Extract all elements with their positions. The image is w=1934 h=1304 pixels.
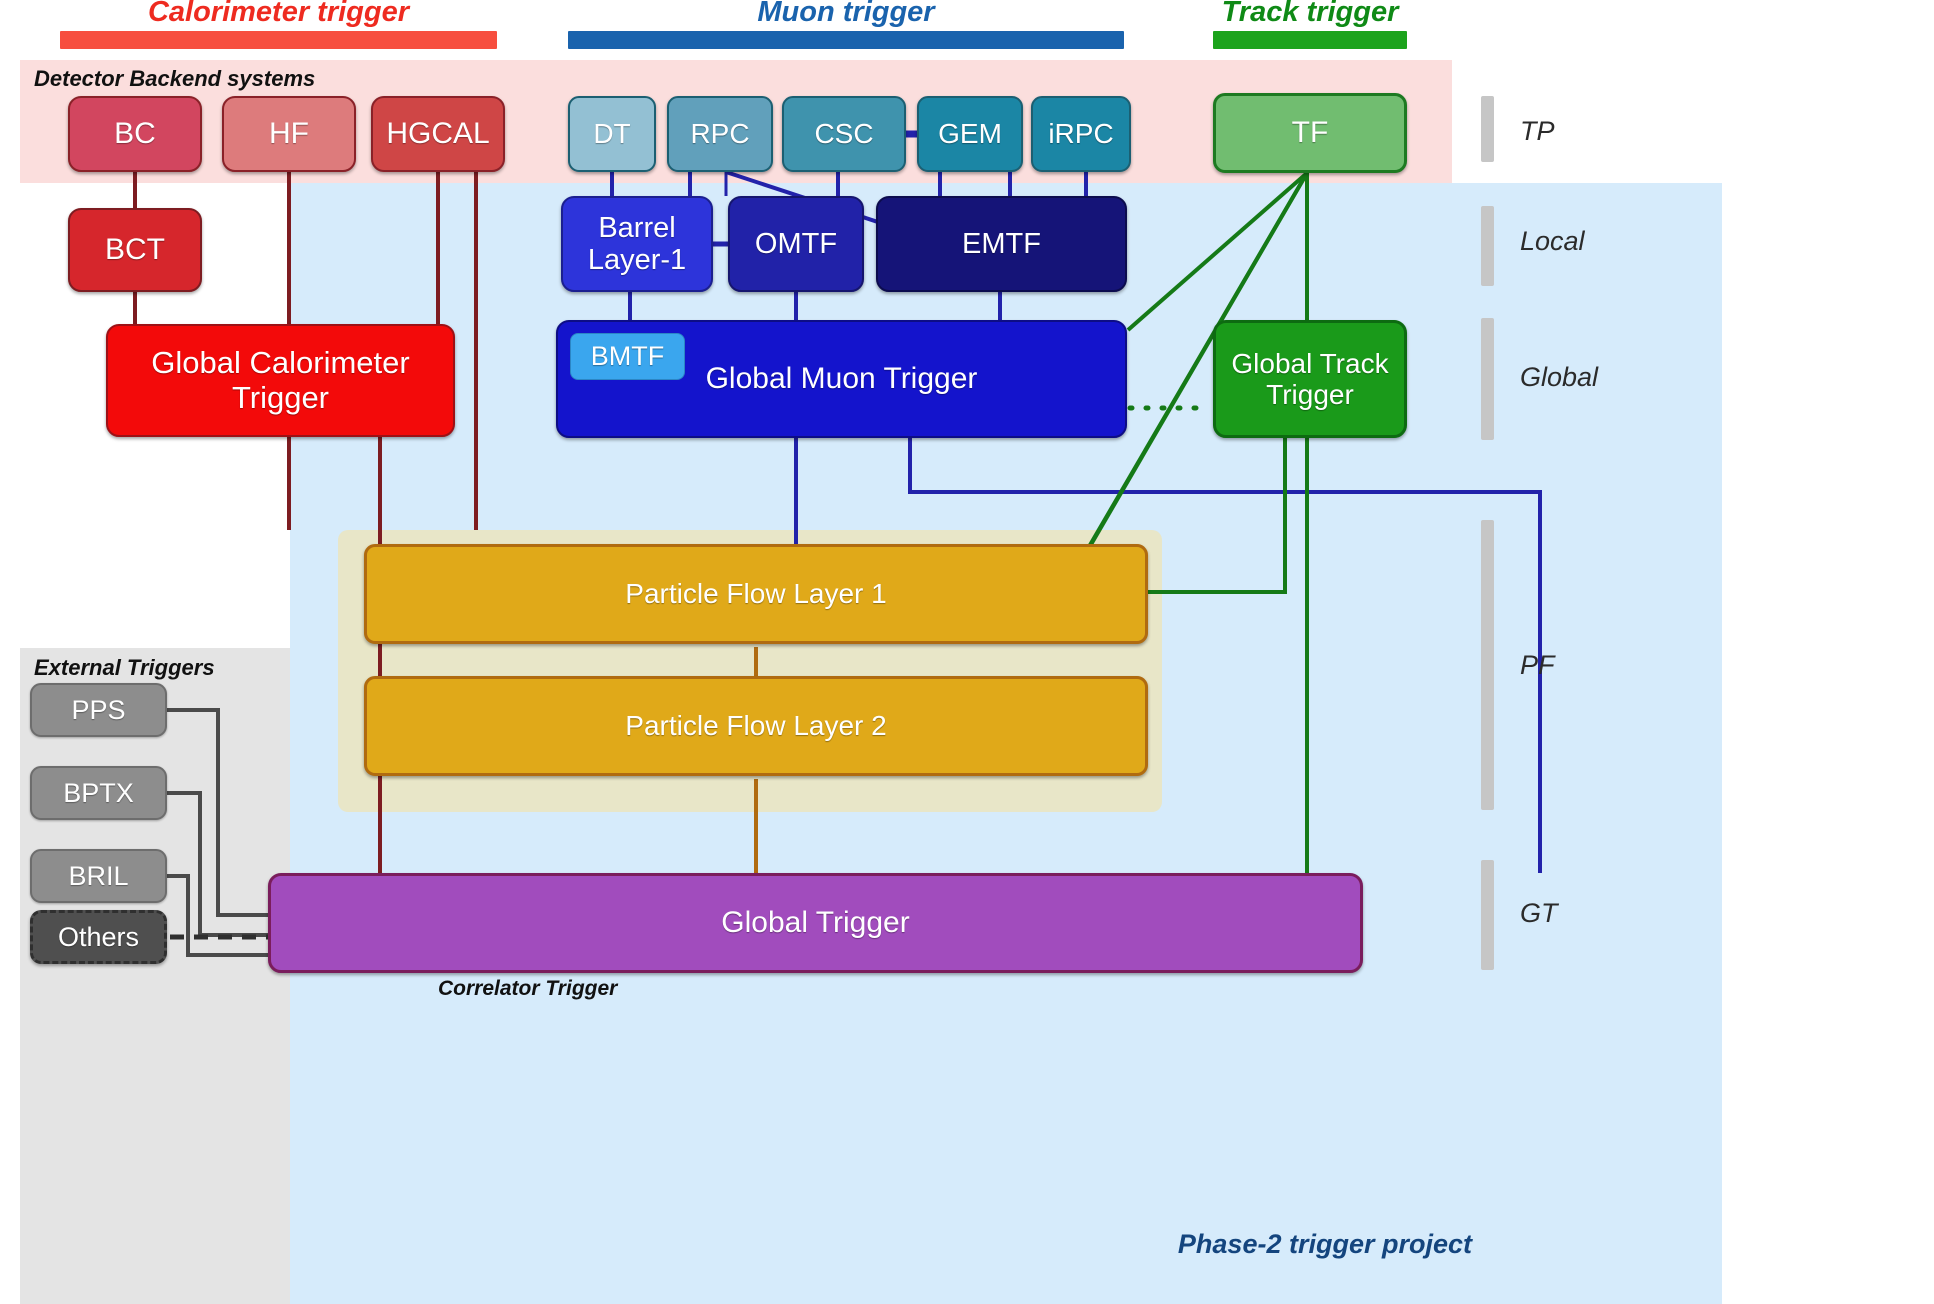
node-particle-flow-layer-2[interactable]: Particle Flow Layer 2	[364, 676, 1148, 776]
node-emtf-label: EMTF	[962, 227, 1041, 260]
node-omtf-label: OMTF	[754, 227, 838, 260]
stage-label-gt: GT	[1520, 898, 1558, 928]
stage-label-local: Local	[1520, 226, 1585, 256]
node-barrel-layer-1[interactable]: Barrel Layer-1	[561, 196, 713, 292]
node-rpc[interactable]: RPC	[667, 96, 773, 172]
node-global-calorimeter-trigger-label: Global Calorimeter Trigger	[151, 344, 410, 415]
node-bct[interactable]: BCT	[68, 208, 202, 292]
node-rpc-label: RPC	[690, 118, 750, 150]
node-particle-flow-layer-1-label: Particle Flow Layer 1	[625, 578, 887, 610]
node-bmtf[interactable]: BMTF	[570, 333, 685, 380]
stage-label-pf: PF	[1520, 650, 1555, 680]
node-particle-flow-layer-2-label: Particle Flow Layer 2	[625, 710, 887, 742]
node-gem[interactable]: GEM	[917, 96, 1023, 172]
node-tf[interactable]: TF	[1213, 93, 1407, 173]
external-triggers-caption: External Triggers	[34, 655, 215, 680]
stage-marker-local	[1481, 206, 1494, 286]
category-title-calorimeter: Calorimeter trigger	[147, 0, 410, 28]
node-others-label: Others	[57, 921, 140, 952]
diagram-canvas: Calorimeter trigger Muon trigger Track t…	[0, 0, 1934, 1304]
node-dt-label: DT	[593, 118, 631, 150]
stage-marker-pf	[1481, 520, 1494, 810]
node-barrel-layer-1-label: Barrel Layer-1	[587, 211, 687, 276]
detector-backend-caption: Detector Backend systems	[34, 66, 316, 91]
node-global-track-trigger-label: Global Track Trigger	[1231, 347, 1389, 410]
node-dt[interactable]: DT	[568, 96, 656, 172]
node-gem-label: GEM	[938, 118, 1002, 150]
stage-marker-tp	[1481, 96, 1494, 162]
node-global-track-trigger[interactable]: Global Track Trigger	[1213, 320, 1407, 438]
category-bar-track	[1213, 31, 1407, 49]
node-bptx[interactable]: BPTX	[30, 766, 167, 820]
category-bar-muon	[568, 31, 1124, 49]
stage-marker-gt	[1481, 860, 1494, 970]
node-emtf[interactable]: EMTF	[876, 196, 1127, 292]
node-global-trigger[interactable]: Global Trigger	[268, 873, 1363, 973]
category-bar-calorimeter	[60, 31, 497, 49]
external-triggers-band	[20, 648, 290, 1304]
category-title-track: Track trigger	[1221, 0, 1399, 28]
node-hgcal-label: HGCAL	[386, 117, 490, 151]
node-global-trigger-label: Global Trigger	[721, 906, 910, 940]
node-global-calorimeter-trigger[interactable]: Global Calorimeter Trigger	[106, 324, 455, 437]
correlator-trigger-caption: Correlator Trigger	[438, 977, 618, 1000]
node-hf-label: HF	[269, 117, 309, 151]
node-tf-label: TF	[1291, 116, 1329, 150]
node-omtf[interactable]: OMTF	[728, 196, 864, 292]
node-bc-label: BC	[114, 117, 156, 151]
node-irpc[interactable]: iRPC	[1031, 96, 1131, 172]
node-pps[interactable]: PPS	[30, 683, 167, 737]
node-csc[interactable]: CSC	[782, 96, 906, 172]
node-others[interactable]: Others	[30, 910, 167, 964]
node-bct-label: BCT	[105, 233, 165, 267]
node-bc[interactable]: BC	[68, 96, 202, 172]
node-irpc-label: iRPC	[1048, 118, 1114, 150]
node-hgcal[interactable]: HGCAL	[371, 96, 505, 172]
node-bril[interactable]: BRIL	[30, 849, 167, 903]
stage-marker-global	[1481, 318, 1494, 440]
node-hf[interactable]: HF	[222, 96, 356, 172]
node-bptx-label: BPTX	[63, 777, 134, 808]
category-title-muon: Muon trigger	[757, 0, 935, 28]
stage-label-global: Global	[1520, 362, 1599, 392]
node-csc-label: CSC	[814, 118, 874, 150]
phase2-project-caption: Phase-2 trigger project	[1177, 1229, 1472, 1259]
node-bmtf-label: BMTF	[590, 341, 665, 372]
node-pps-label: PPS	[71, 694, 126, 725]
node-bril-label: BRIL	[68, 860, 129, 891]
node-particle-flow-layer-1[interactable]: Particle Flow Layer 1	[364, 544, 1148, 644]
stage-label-tp: TP	[1520, 116, 1555, 146]
node-global-muon-trigger-label: Global Muon Trigger	[705, 362, 978, 396]
